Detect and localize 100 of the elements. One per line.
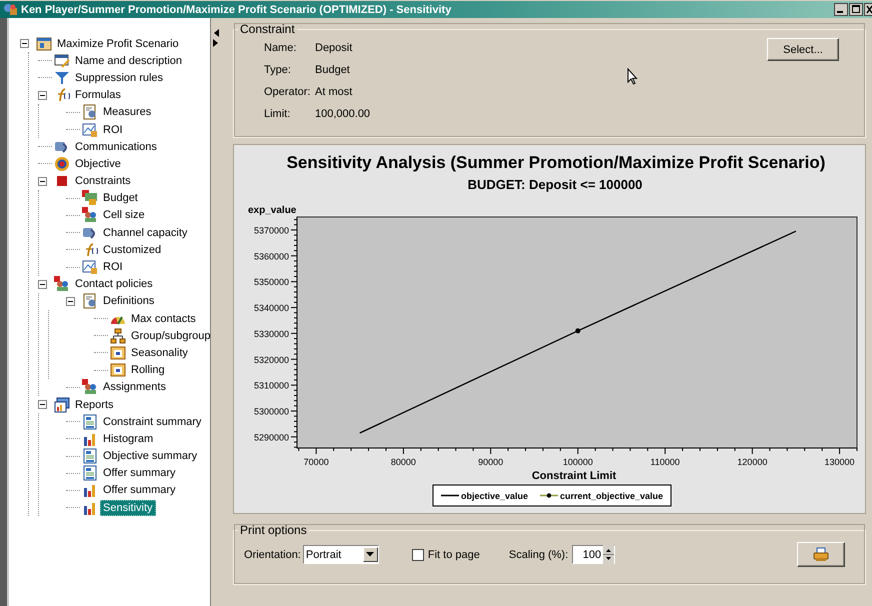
tick-label: 5290000 [254,432,289,442]
cursor-icon [627,68,638,85]
maximize-icon[interactable] [849,3,863,16]
tree-item[interactable]: Objective summary [100,448,200,464]
group-title: Constraint [239,22,296,36]
select-button[interactable]: Select... [767,38,839,61]
tick-label: 5330000 [254,328,289,339]
field-label: Name: [264,42,298,54]
x-axis-label: Constraint Limit [532,470,616,482]
close-icon[interactable] [864,3,872,16]
app-icon [3,3,18,16]
tree-item[interactable]: Objective [72,156,124,172]
tree-item[interactable]: Contact policies [72,276,156,292]
orientation-dropdown[interactable]: Portrait [302,545,379,564]
tick-label: 5370000 [254,225,289,236]
tree-item[interactable]: Seasonality [128,344,191,361]
printer-icon [813,547,829,562]
tick-label: 110000 [650,457,680,467]
field-label: Operator: [264,86,312,98]
chart-subtitle: BUDGET: Deposit <= 100000 [468,177,642,192]
tick-label: 5350000 [254,277,289,288]
scaling-label: Scaling (%): [508,548,568,560]
tree-item[interactable]: Histogram [100,430,156,447]
funnel-icon [54,70,70,86]
tree-item[interactable]: Definitions [100,293,158,310]
group-title: Print options [239,523,308,537]
field-label: Limit: [264,108,292,120]
tree-item[interactable]: Offer summary [100,482,179,498]
tree-item[interactable]: Communications [72,138,160,155]
minimize-icon[interactable] [834,3,848,16]
tick-label: 80000 [390,457,416,467]
expand-toggle[interactable] [38,400,47,410]
tree-item[interactable]: Reports [72,396,117,413]
tick-label: 5320000 [254,354,289,365]
field-value: At most [315,86,352,98]
spin-arrows-icon[interactable] [603,545,614,564]
tree-item[interactable]: Channel capacity [100,224,190,241]
report-window-icon [54,396,70,413]
tree-item[interactable]: Rolling [128,362,168,378]
legend-label: current_objective_value [560,491,664,501]
form-icon [54,52,70,69]
people-icon [82,207,98,224]
expand-toggle[interactable] [38,280,47,289]
field-label: Type: [264,64,292,76]
tree-item[interactable]: Cell size [100,207,148,224]
document-icon [82,465,98,482]
tree-item[interactable]: Suppression rules [72,70,166,86]
tick-label: 5360000 [254,251,289,262]
splitter-arrows-icon[interactable] [213,28,219,48]
tree-item[interactable]: Customized [100,242,164,258]
tree-item[interactable]: Budget [100,190,141,206]
tree-item[interactable]: Max contacts [128,310,199,327]
tree-item[interactable]: Maximize Profit Scenario [54,36,182,52]
expand-toggle[interactable] [38,90,47,100]
checkbox-label: Fit to page [428,548,480,560]
target-icon [54,156,70,172]
expand-toggle[interactable] [20,39,29,48]
orientation-label: Orientation: [244,548,301,560]
field-value: Budget [315,64,350,76]
tick-label: 100000 [562,457,593,467]
tick-label: 70000 [304,457,329,467]
people-icon [82,379,98,396]
expand-toggle[interactable] [38,176,47,186]
people-icon [54,276,70,292]
tick-label: 130000 [824,457,855,467]
tree-item[interactable]: Formulas [72,87,124,104]
tick-label: 90000 [478,457,504,467]
tick-label: 5310000 [254,380,289,391]
legend-line-dot-icon [540,493,558,498]
tick-label: 5300000 [254,406,289,416]
tree-item[interactable]: ROI [100,122,126,138]
hierarchy-icon [110,328,126,344]
tree-item[interactable]: Name and description [72,52,186,69]
tree-item[interactable]: ROI [100,259,126,276]
expand-toggle[interactable] [66,296,75,306]
tick-label: 5340000 [254,303,289,314]
y-axis-label: exp_value [248,205,296,216]
document-icon [82,448,98,464]
document-icon [82,414,98,430]
data-point [575,328,580,334]
fit-to-page-checkbox[interactable] [412,548,424,560]
scaling-spinner[interactable]: 100 [572,545,616,564]
tree-item[interactable]: Measures [100,104,154,120]
bar-chart-icon [82,482,98,498]
tick-label: 120000 [737,457,768,467]
field-value: Deposit [315,42,352,54]
calendar-icon [110,362,126,378]
print-button[interactable] [797,542,845,567]
calendar-icon [110,344,126,361]
tree-item[interactable]: Constraints [72,173,134,190]
field-value: 100,000.00 [315,108,370,120]
tree-item[interactable]: Assignments [100,379,169,396]
window-title: Ken Player/Summer Promotion/Maximize Profit Scenario (OPTIMIZED) - Sensitivity [21,4,452,16]
legend-label: objective_value [461,491,528,501]
window-icon [36,36,52,52]
caret-icon [366,552,374,557]
tree-item[interactable]: Offer summary [100,465,179,482]
tree-item[interactable]: Sensitivity [100,500,156,516]
tree-item[interactable]: Constraint summary [100,414,204,430]
tree-item[interactable]: Group/subgroup [128,328,210,344]
